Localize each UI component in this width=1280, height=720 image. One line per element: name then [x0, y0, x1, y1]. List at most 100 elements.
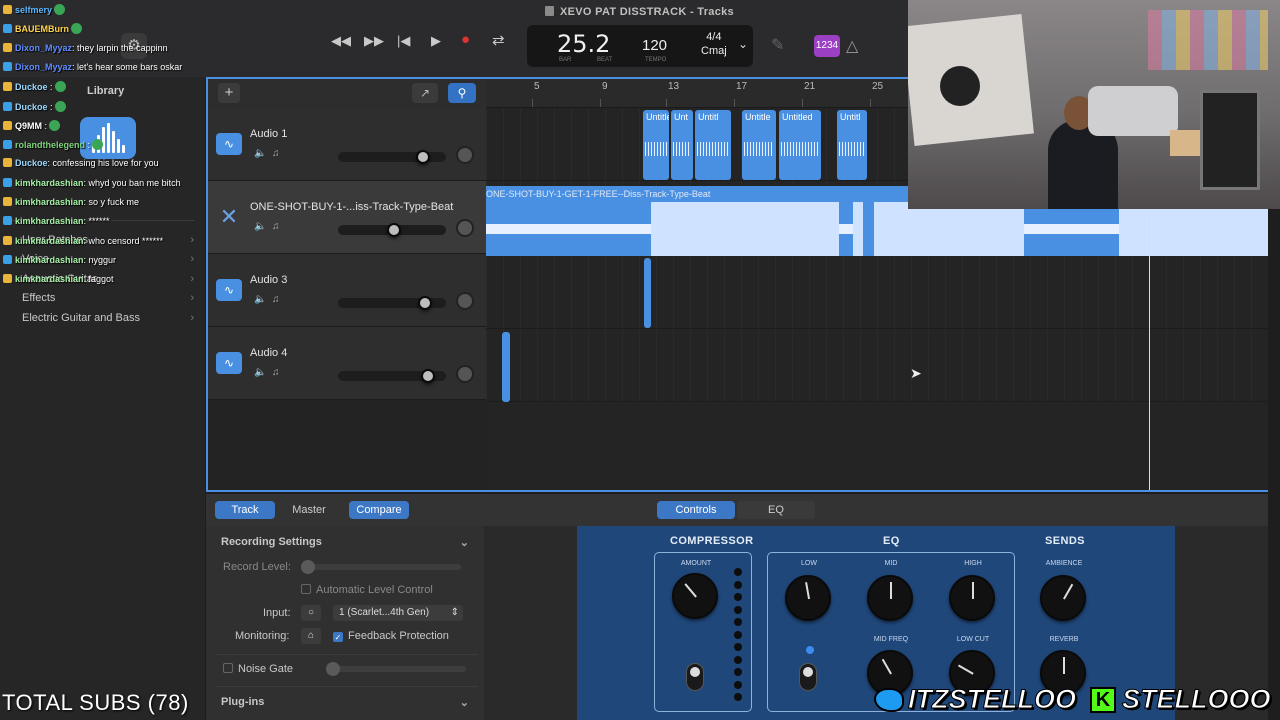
volume-slider[interactable]	[338, 223, 446, 237]
audio-region[interactable]: Untitle	[742, 110, 776, 180]
mute-icon[interactable]: 🔈	[254, 294, 266, 305]
audio-region[interactable]: Untitl	[695, 110, 731, 180]
record-button[interactable]: ●	[461, 31, 470, 48]
mute-icon[interactable]: 🔈	[254, 221, 266, 232]
feedback-protection-checkbox[interactable]: ✓ Feedback Protection	[333, 630, 449, 642]
headphones-icon[interactable]: ♫	[272, 367, 280, 378]
cycle-button[interactable]: ⇄	[492, 31, 505, 49]
chat-message: rolandthelegend :	[3, 139, 104, 151]
track-name: Audio 4	[250, 347, 288, 359]
checkbox-label: Automatic Level Control	[316, 584, 433, 596]
pan-knob[interactable]	[456, 292, 474, 310]
chat-username[interactable]: Duckoe	[15, 158, 48, 168]
chat-message: kimkhardashian: ******	[3, 216, 110, 226]
audio-region[interactable]: Unt	[671, 110, 693, 180]
rewind-button[interactable]: ◀◀	[331, 33, 351, 49]
volume-slider-knob[interactable]	[417, 296, 432, 310]
automation-icon[interactable]: ↗	[412, 83, 438, 103]
track-header-audio-1[interactable]: ∿ Audio 1 🔈 ♫	[208, 108, 486, 181]
headphones-icon[interactable]: ♫	[272, 221, 280, 232]
audio-region[interactable]	[502, 332, 510, 402]
compressor-toggle[interactable]	[686, 663, 704, 691]
headphones-icon[interactable]: ♫	[272, 294, 280, 305]
chat-username[interactable]: Dixon_Myyaz	[15, 43, 72, 53]
volume-slider-knob[interactable]	[416, 150, 431, 164]
track-header-beat[interactable]: ✕ ONE-SHOT-BUY-1-...iss-Track-Type-Beat …	[208, 181, 486, 254]
chat-badge-icon	[3, 158, 12, 168]
track-header-audio-4[interactable]: ∿ Audio 4 🔈 ♫	[208, 327, 486, 400]
chat-username[interactable]: kimkhardashian	[15, 178, 84, 188]
tab-master[interactable]: Master	[279, 501, 339, 519]
chat-message: Duckoe :	[3, 81, 66, 93]
tab-track[interactable]: Track	[215, 501, 275, 519]
volume-slider-knob[interactable]	[386, 223, 401, 237]
pan-knob[interactable]	[456, 365, 474, 383]
chat-username[interactable]: Dixon_Myyaz	[15, 62, 72, 72]
lane-audio-3[interactable]	[486, 256, 1268, 329]
auto-level-checkbox[interactable]: Automatic Level Control	[301, 584, 433, 596]
chat-username[interactable]: kimkhardashian	[15, 197, 84, 207]
input-select[interactable]: 1 (Scarlet...4th Gen) ⇕	[333, 605, 463, 621]
add-track-button[interactable]: +	[218, 83, 240, 103]
audio-region[interactable]	[644, 258, 651, 328]
count-in-button[interactable]: 1234	[814, 35, 840, 57]
chat-username[interactable]: Duckoe	[15, 82, 48, 92]
pencil-icon[interactable]: ✎	[771, 35, 784, 55]
chat-username[interactable]: kimkhardashian	[15, 236, 84, 246]
chat-username[interactable]: kimkhardashian	[15, 255, 84, 265]
sends-title: SENDS	[1045, 535, 1085, 547]
audio-region[interactable]: Untitle	[643, 110, 669, 180]
chat-username[interactable]: kimkhardashian	[15, 216, 84, 226]
track-header-audio-3[interactable]: ∿ Audio 3 🔈 ♫	[208, 254, 486, 327]
chat-username[interactable]: selfmery	[15, 5, 52, 15]
amount-knob[interactable]	[672, 573, 718, 619]
tab-compare[interactable]: Compare	[349, 501, 409, 519]
low-knob[interactable]	[785, 575, 831, 621]
volume-slider[interactable]	[338, 296, 446, 310]
monitoring-button[interactable]: ⌂	[301, 628, 321, 644]
chat-badge-icon	[3, 24, 12, 34]
go-to-start-button[interactable]: |◀	[397, 33, 410, 49]
eq-toggle[interactable]	[799, 663, 817, 691]
headphones-icon[interactable]: ♫	[272, 148, 280, 159]
mid-knob[interactable]	[867, 575, 913, 621]
checkbox[interactable]	[223, 663, 233, 673]
high-knob[interactable]	[949, 575, 995, 621]
chat-username[interactable]: BAUEMBurn	[15, 24, 69, 34]
key-signature: Cmaj	[701, 45, 727, 57]
lcd-display[interactable]: 25.2 BAR BEAT 120 TEMPO 4/4 Cmaj ⌄	[527, 25, 753, 67]
audio-region[interactable]: Untitl	[837, 110, 867, 180]
fast-forward-button[interactable]: ▶▶	[364, 33, 384, 49]
mute-icon[interactable]: 🔈	[254, 148, 266, 159]
metronome-icon[interactable]: △	[846, 36, 858, 56]
audio-region[interactable]: Untitled	[779, 110, 821, 180]
mute-icon[interactable]: 🔈	[254, 367, 266, 378]
volume-slider-knob[interactable]	[420, 369, 435, 383]
noise-gate-slider[interactable]	[326, 662, 466, 676]
lane-audio-4[interactable]	[486, 329, 1268, 402]
pan-knob[interactable]	[456, 146, 474, 164]
checkbox[interactable]	[301, 584, 311, 594]
tab-eq[interactable]: EQ	[737, 501, 815, 519]
plugins-header[interactable]: Plug-ins ⌄	[221, 696, 481, 709]
pan-knob[interactable]	[456, 219, 474, 237]
chat-username[interactable]: Q9MM	[15, 121, 42, 131]
volume-slider[interactable]	[338, 369, 446, 383]
input-format-button[interactable]: ○	[301, 605, 321, 621]
library-item-electric-guitar[interactable]: Electric Guitar and Bass ›	[22, 312, 202, 324]
chevron-down-icon[interactable]: ⌄	[738, 37, 748, 51]
chat-message-text: :	[85, 140, 91, 151]
smart-controls-filter-icon[interactable]: ⚲	[448, 83, 476, 103]
chat-username[interactable]: Duckoe	[15, 102, 48, 112]
recording-settings-header[interactable]: Recording Settings ⌄	[221, 536, 481, 549]
volume-slider[interactable]	[338, 150, 446, 164]
noise-gate-checkbox[interactable]: Noise Gate	[223, 663, 293, 675]
eq-title: EQ	[883, 535, 900, 547]
play-button[interactable]: ▶	[431, 33, 441, 49]
chat-username[interactable]: rolandthelegend	[15, 140, 85, 150]
ambience-knob[interactable]	[1040, 575, 1086, 621]
chat-username[interactable]: kimkhardashian	[15, 274, 84, 284]
record-level-slider[interactable]	[301, 560, 461, 574]
tab-controls[interactable]: Controls	[657, 501, 735, 519]
checkbox-checked[interactable]: ✓	[333, 632, 343, 642]
